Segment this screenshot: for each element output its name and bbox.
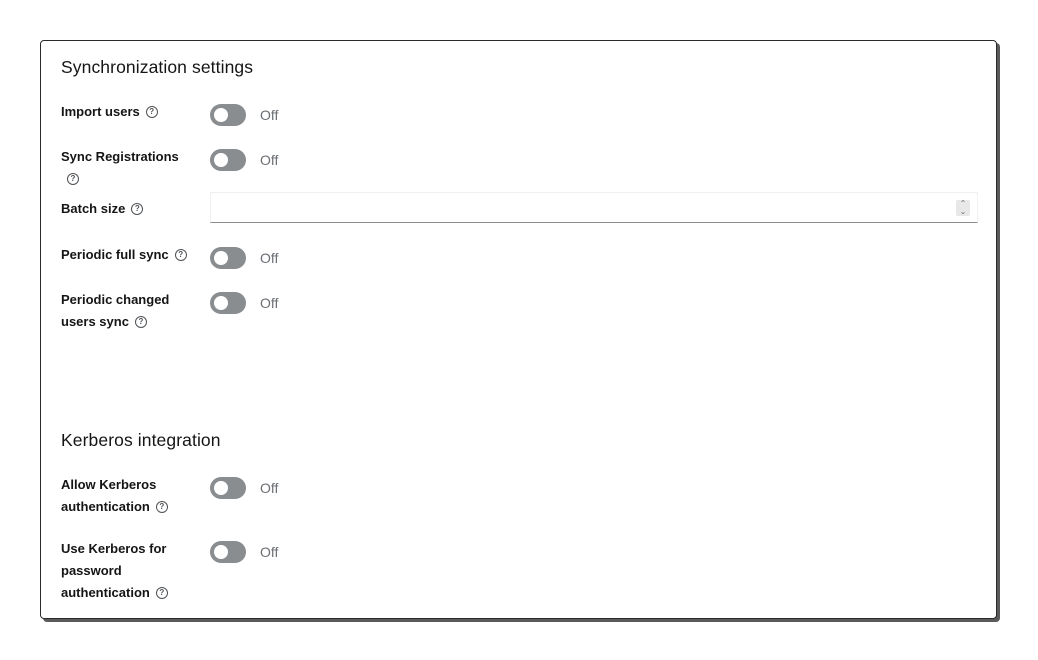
periodic-full-sync-label: Periodic full sync? (61, 244, 196, 266)
periodic-changed-sync-switch[interactable]: Off (210, 292, 278, 314)
use-kerberos-password-label: Use Kerberos for password authentication… (61, 538, 196, 604)
help-icon[interactable]: ? (145, 105, 158, 118)
switch-knob (214, 108, 228, 122)
settings-panel: Synchronization settings Import users? O… (40, 40, 997, 619)
sync-registrations-state: Off (260, 152, 279, 168)
periodic-changed-sync-label: Periodic changed users sync? (61, 289, 196, 333)
help-icon[interactable]: ? (155, 586, 168, 599)
periodic-full-sync-state: Off (260, 250, 279, 266)
switch-track[interactable] (210, 149, 246, 171)
periodic-full-sync-label-text: Periodic full sync (61, 247, 169, 262)
sync-registrations-switch[interactable]: Off (210, 149, 278, 171)
spinner-icon[interactable]: ⌃ ⌄ (956, 200, 970, 216)
allow-kerberos-auth-label: Allow Kerberos authentication? (61, 474, 196, 518)
periodic-changed-label-line2: users sync (61, 314, 129, 329)
switch-knob (214, 545, 228, 559)
help-icon[interactable]: ? (134, 315, 147, 328)
help-icon[interactable]: ? (155, 500, 168, 513)
import-users-label: Import users? (61, 101, 196, 123)
help-icon[interactable]: ? (67, 172, 79, 185)
use-kerberos-password-switch[interactable]: Off (210, 541, 278, 563)
help-icon[interactable]: ? (174, 248, 187, 261)
use-kerberos-label-line2: password (61, 563, 122, 578)
batch-size-input[interactable] (211, 193, 957, 221)
use-kerberos-label-line1: Use Kerberos for (61, 541, 167, 556)
allow-kerberos-label-line2: authentication (61, 499, 150, 514)
use-kerberos-password-state: Off (260, 544, 279, 560)
allow-kerberos-auth-state: Off (260, 480, 279, 496)
switch-track[interactable] (210, 477, 246, 499)
switch-track[interactable] (210, 292, 246, 314)
periodic-changed-label-line1: Periodic changed (61, 292, 170, 307)
allow-kerberos-label-line1: Allow Kerberos (61, 477, 157, 492)
batch-size-label-text: Batch size (61, 201, 126, 216)
batch-size-field[interactable]: ⌃ ⌄ (210, 192, 978, 223)
switch-track[interactable] (210, 104, 246, 126)
kerberos-integration-title: Kerberos integration (61, 430, 221, 450)
periodic-full-sync-switch[interactable]: Off (210, 247, 278, 269)
import-users-state: Off (260, 107, 279, 123)
sync-registrations-label: Sync Registrations? (61, 146, 196, 190)
switch-knob (214, 481, 228, 495)
switch-track[interactable] (210, 247, 246, 269)
help-icon[interactable]: ? (131, 202, 144, 215)
allow-kerberos-auth-switch[interactable]: Off (210, 477, 278, 499)
periodic-changed-sync-state: Off (260, 295, 279, 311)
sync-settings-title: Synchronization settings (61, 57, 254, 77)
use-kerberos-label-line3: authentication (61, 585, 150, 600)
switch-track[interactable] (210, 541, 246, 563)
import-users-label-text: Import users (61, 104, 140, 119)
switch-knob (214, 296, 228, 310)
sync-registrations-label-text: Sync Registrations (61, 149, 179, 164)
switch-knob (214, 251, 228, 265)
import-users-switch[interactable]: Off (210, 104, 278, 126)
switch-knob (214, 153, 228, 167)
batch-size-label: Batch size? (61, 198, 196, 220)
